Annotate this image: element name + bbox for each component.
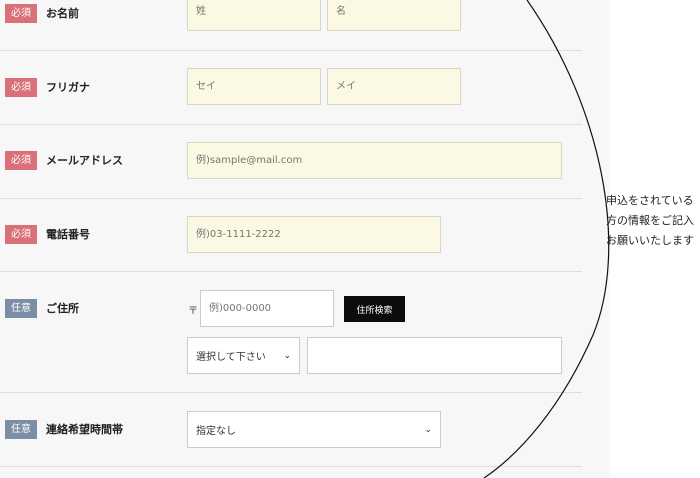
- side-note-line: 方の情報をご記入: [606, 214, 694, 227]
- contact-time-select[interactable]: 指定なし ⌄: [187, 411, 441, 448]
- contact-time-select-value: 指定なし: [196, 426, 236, 437]
- optional-badge: 任意: [5, 420, 37, 439]
- row-divider: [0, 124, 582, 125]
- optional-badge: 任意: [5, 299, 37, 318]
- first-name-kana-input[interactable]: [327, 68, 461, 105]
- postal-mark-icon: 〒: [188, 306, 198, 317]
- email-input[interactable]: [187, 142, 562, 179]
- address-search-label: 住所検索: [356, 305, 393, 316]
- required-badge: 必須: [5, 4, 37, 23]
- row-divider: [0, 466, 582, 467]
- prefecture-select[interactable]: 選択して下さい ⌄: [187, 337, 300, 374]
- prefecture-select-value: 選択して下さい: [196, 352, 266, 363]
- zip-code-input[interactable]: [200, 290, 334, 327]
- email-label: メールアドレス: [46, 154, 123, 167]
- entry-form: 必須 お名前 必須 フリガナ 必須 メールアドレス 必須 電話番号 任意 ご住所…: [0, 0, 610, 478]
- address-input[interactable]: [307, 337, 562, 374]
- required-badge: 必須: [5, 151, 37, 170]
- side-note: 申込をされている 方の情報をご記入 お願いいたします: [606, 191, 698, 251]
- chevron-down-icon: ⌄: [424, 424, 432, 435]
- first-name-input[interactable]: [327, 0, 461, 31]
- furigana-label: フリガナ: [46, 81, 90, 94]
- side-note-line: お願いいたします: [606, 234, 694, 247]
- required-badge: 必須: [5, 225, 37, 244]
- last-name-kana-input[interactable]: [187, 68, 321, 105]
- contact-time-label: 連絡希望時間帯: [46, 423, 123, 436]
- row-divider: [0, 198, 582, 199]
- row-divider: [0, 50, 582, 51]
- row-divider: [0, 392, 582, 393]
- row-divider: [0, 271, 582, 272]
- name-label: お名前: [46, 7, 79, 20]
- chevron-down-icon: ⌄: [283, 350, 291, 361]
- phone-input[interactable]: [187, 216, 441, 253]
- address-search-button[interactable]: 住所検索: [344, 296, 405, 322]
- required-badge: 必須: [5, 78, 37, 97]
- phone-label: 電話番号: [46, 228, 90, 241]
- address-label: ご住所: [46, 302, 79, 315]
- side-note-line: 申込をされている: [606, 194, 694, 207]
- last-name-input[interactable]: [187, 0, 321, 31]
